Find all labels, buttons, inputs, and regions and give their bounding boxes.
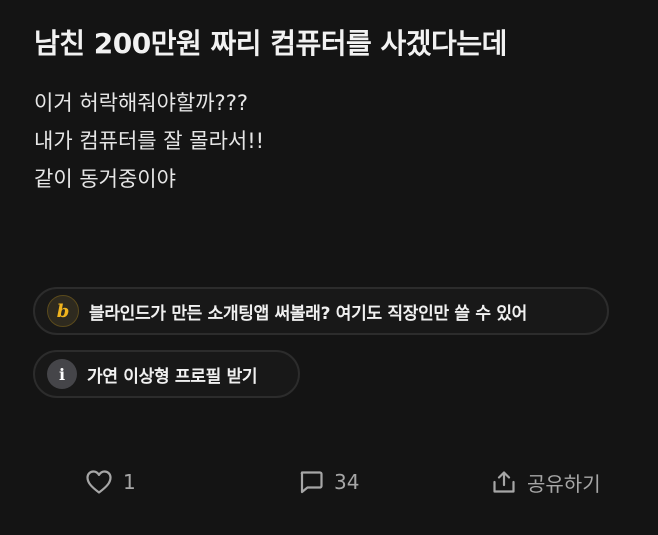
blind-dating-app-ad-chip[interactable]: b 블라인드가 만든 소개팅앱 써볼래? 여기도 직장인만 쓸 수 있어 [33,287,609,335]
post-body-line: 내가 컴퓨터를 잘 몰라서!! [34,129,265,153]
heart-icon [85,469,113,495]
blind-dating-app-ad-label: 블라인드가 만든 소개팅앱 써볼래? 여기도 직장인만 쓸 수 있어 [89,303,528,324]
ideal-type-profile-chip[interactable]: i 가연 이상형 프로필 받기 [33,350,300,398]
like-button[interactable]: 1 [85,462,136,502]
post-body-line: 이거 허락해줘야할까??? [34,91,248,115]
comment-icon [298,469,324,495]
comment-count: 34 [334,470,360,494]
info-icon: i [47,359,77,389]
share-button[interactable]: 공유하기 [491,462,601,502]
post: 남친 200만원 짜리 컴퓨터를 사겠다는데 이거 허락해줘야할까??? 내가 … [0,0,658,535]
post-action-bar: 1 34 공유하기 [0,462,658,502]
share-label: 공유하기 [527,471,601,496]
post-body: 이거 허락해줘야할까??? 내가 컴퓨터를 잘 몰라서!! 같이 동거중이야 [34,84,264,198]
post-title: 남친 200만원 짜리 컴퓨터를 사겠다는데 [34,27,507,60]
comment-button[interactable]: 34 [298,462,359,502]
ideal-type-profile-label: 가연 이상형 프로필 받기 [87,366,258,387]
blind-logo-icon: b [47,295,79,327]
share-icon [491,469,517,495]
like-count: 1 [123,470,136,494]
post-body-line: 같이 동거중이야 [34,167,176,191]
